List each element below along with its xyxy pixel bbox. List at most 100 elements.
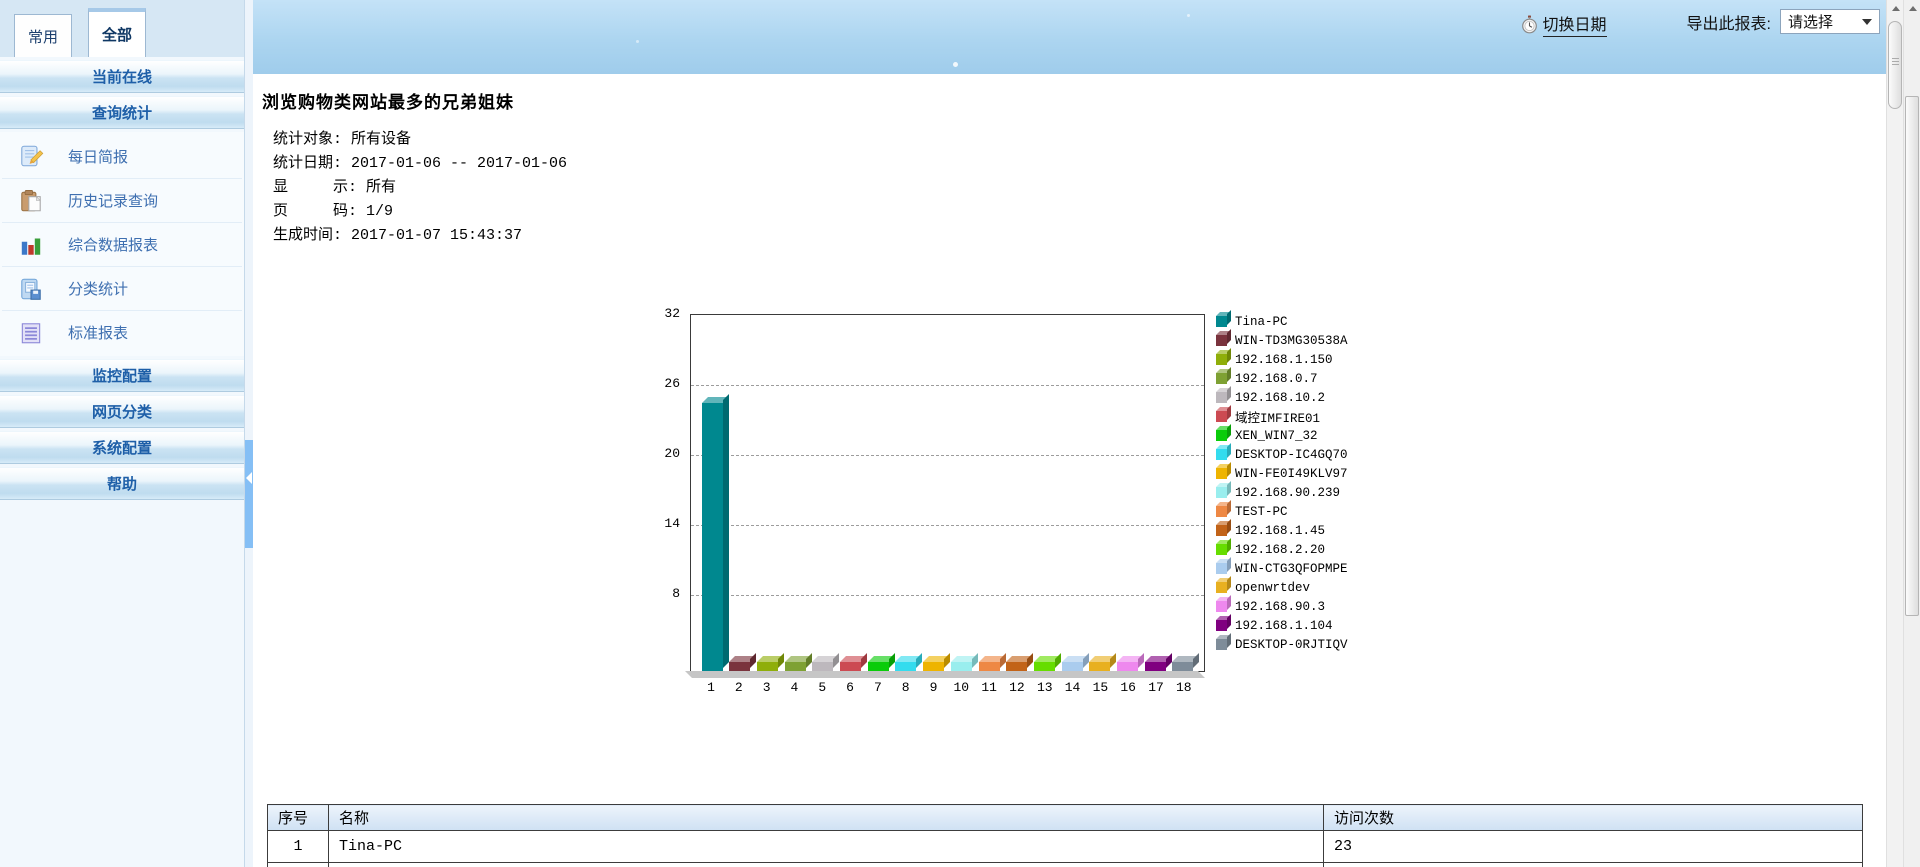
x-tick-label: 2 (728, 680, 750, 695)
legend-item: 域控IMFIRE01 (1212, 407, 1348, 426)
sidebar-group-monitor-config[interactable]: 监控配置 (0, 359, 244, 392)
history-query-icon (18, 188, 44, 214)
legend-item: 192.168.90.239 (1212, 483, 1348, 502)
inner-scrollbar[interactable] (1886, 0, 1903, 867)
y-tick-label: 32 (640, 306, 680, 321)
chart-bar (1062, 662, 1083, 671)
tab-all[interactable]: 全部 (88, 8, 146, 57)
legend-item: DESKTOP-0RJTIQV (1212, 635, 1348, 654)
table-header-count: 访问次数 (1324, 805, 1863, 831)
sidebar-group-web-category[interactable]: 网页分类 (0, 395, 244, 428)
legend-label: WIN-FE0I49KLV97 (1235, 467, 1348, 481)
legend-label: XEN_WIN7_32 (1235, 429, 1318, 443)
report-stat-line: 统计日期: 2017-01-06 -- 2017-01-06 (273, 152, 1906, 176)
sidebar-group-system-config[interactable]: 系统配置 (0, 431, 244, 464)
legend-label: 192.168.2.20 (1235, 543, 1325, 557)
x-tick-label: 9 (923, 680, 945, 695)
sidebar-group-query-stats[interactable]: 查询统计 (0, 96, 244, 129)
chart-bar (1034, 662, 1055, 671)
top-banner: 切换日期 导出此报表: 请选择 (253, 0, 1920, 74)
chart-bar (1089, 662, 1110, 671)
scroll-up-button[interactable] (1904, 0, 1920, 17)
legend-swatch (1216, 544, 1227, 555)
sparkle-decoration (1187, 14, 1190, 17)
legend-item: 192.168.1.150 (1212, 350, 1348, 369)
x-tick-label: 14 (1062, 680, 1084, 695)
legend-label: WIN-CTG3QFOPMPE (1235, 562, 1348, 576)
chart-bar (895, 662, 916, 671)
x-tick-label: 3 (756, 680, 778, 695)
legend-label: 192.168.1.104 (1235, 619, 1333, 633)
legend-swatch (1216, 354, 1227, 365)
table-cell: 1 (268, 831, 329, 863)
sidebar-item-history-query[interactable]: 历史记录查询 (2, 178, 242, 222)
chart-area: 322620148 123456789101112131415161718 Ti… (267, 314, 1906, 734)
main-area: 切换日期 导出此报表: 请选择 浏览购物类网站最多的兄弟姐妹 统计对象: 所有设… (253, 0, 1920, 867)
chart-bar (868, 662, 889, 671)
y-tick-label: 26 (640, 376, 680, 391)
legend-swatch (1216, 487, 1227, 498)
chart-bar (1172, 662, 1193, 671)
legend-swatch (1216, 601, 1227, 612)
export-report-label: 导出此报表: (1687, 10, 1771, 34)
legend-swatch (1216, 449, 1227, 460)
scroll-up-arrow-icon (1892, 6, 1900, 11)
daily-report-icon (18, 143, 44, 169)
switch-date-label: 切换日期 (1543, 11, 1607, 37)
switch-date-link[interactable]: 切换日期 (1521, 11, 1607, 37)
table-row: 1Tina-PC23 (268, 831, 1863, 863)
legend-label: 192.168.0.7 (1235, 372, 1318, 386)
x-tick-label: 1 (700, 680, 722, 695)
legend-label: 192.168.10.2 (1235, 391, 1325, 405)
table-cell: Tina-PC (329, 831, 1324, 863)
sidebar-item-label: 每日简报 (68, 146, 128, 167)
legend-label: TEST-PC (1235, 505, 1288, 519)
chart-bar (812, 662, 833, 671)
report-stat-line: 生成时间: 2017-01-07 15:43:37 (273, 224, 1906, 248)
x-tick-label: 13 (1034, 680, 1056, 695)
legend-label: 域控IMFIRE01 (1235, 407, 1320, 426)
report-table: 序号 名称 访问次数 1Tina-PC232WIN-TD3MG30538A0 (267, 804, 1863, 867)
sidebar-item-data-report[interactable]: 综合数据报表 (2, 222, 242, 266)
chart-plot (690, 314, 1205, 672)
scrollbar-thumb[interactable] (1905, 96, 1919, 616)
sidebar-group-current-online[interactable]: 当前在线 (0, 60, 244, 93)
legend-label: 192.168.90.239 (1235, 486, 1340, 500)
scroll-up-button[interactable] (1887, 0, 1904, 17)
x-tick-label: 17 (1145, 680, 1167, 695)
sidebar-group-help[interactable]: 帮助 (0, 467, 244, 500)
y-tick-label: 14 (640, 516, 680, 531)
legend-label: 192.168.1.45 (1235, 524, 1325, 538)
export-select[interactable]: 请选择 (1780, 9, 1880, 34)
outer-scrollbar[interactable] (1903, 0, 1920, 867)
legend-swatch (1216, 639, 1227, 650)
legend-label: 192.168.90.3 (1235, 600, 1325, 614)
sidebar-item-daily-report[interactable]: 每日简报 (2, 134, 242, 178)
legend-label: 192.168.1.150 (1235, 353, 1333, 367)
x-tick-label: 8 (895, 680, 917, 695)
sidebar-item-label: 综合数据报表 (68, 234, 158, 255)
legend-label: Tina-PC (1235, 315, 1288, 329)
table-cell: 2 (268, 863, 329, 867)
sidebar-collapse-handle[interactable] (245, 440, 253, 548)
chart-bar (979, 662, 1000, 671)
x-tick-label: 12 (1006, 680, 1028, 695)
legend-item: TEST-PC (1212, 502, 1348, 521)
report-title: 浏览购物类网站最多的兄弟姐妹 (262, 88, 1906, 114)
chart-bar (729, 662, 750, 671)
sidebar-item-category-stats[interactable]: 分类统计 (2, 266, 242, 310)
scrollbar-thumb[interactable] (1888, 21, 1902, 109)
sidebar-item-standard-report[interactable]: 标准报表 (2, 310, 242, 354)
tab-common[interactable]: 常用 (14, 14, 72, 57)
chart-bar (1006, 662, 1027, 671)
sidebar-splitter (245, 0, 253, 867)
chart-bar (785, 662, 806, 671)
x-tick-label: 10 (950, 680, 972, 695)
chart-base (685, 671, 1205, 678)
legend-swatch (1216, 506, 1227, 517)
report-stat-line: 显 示: 所有 (273, 176, 1906, 200)
legend-label: DESKTOP-IC4GQ70 (1235, 448, 1348, 462)
x-tick-label: 6 (839, 680, 861, 695)
sidebar-tabbar: 常用 全部 (0, 0, 244, 57)
x-tick-label: 5 (811, 680, 833, 695)
